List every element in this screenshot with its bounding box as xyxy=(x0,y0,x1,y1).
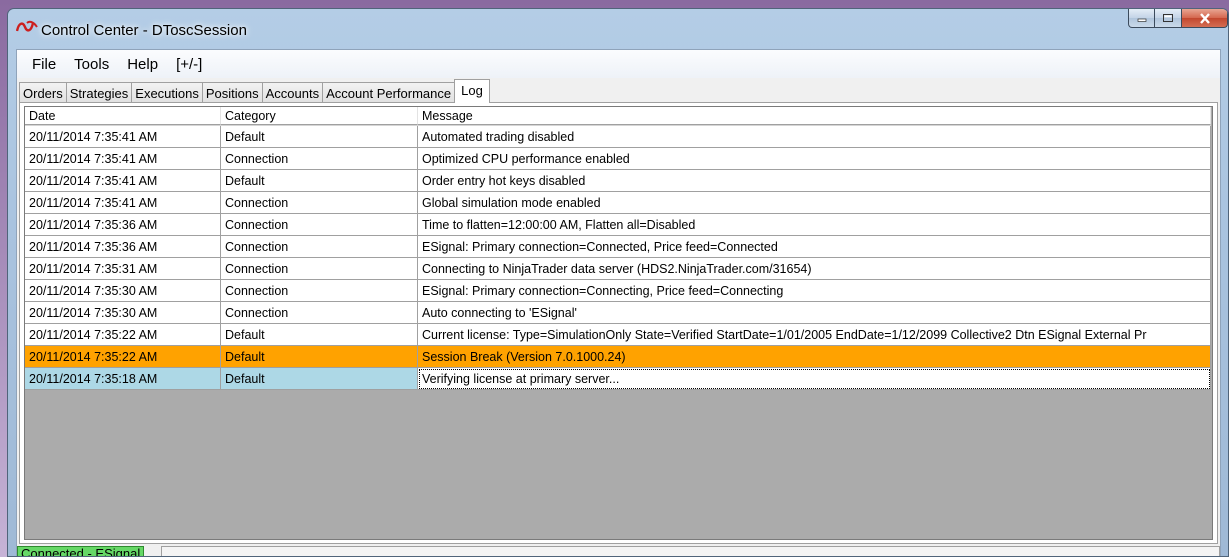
log-cell-category: Connection xyxy=(221,302,418,324)
log-grid[interactable]: Date Category Message 20/11/2014 7:35:41… xyxy=(24,106,1213,540)
log-cell-category: Default xyxy=(221,368,418,390)
log-row[interactable]: 20/11/2014 7:35:36 AM Connection ESignal: … xyxy=(25,236,1211,258)
menu-tools[interactable]: Tools xyxy=(65,56,118,73)
log-row[interactable]: 20/11/2014 7:35:41 AM Connection Optimized… xyxy=(25,148,1211,170)
log-rows: 20/11/2014 7:35:41 AM Default Automated tr… xyxy=(25,126,1211,390)
log-row[interactable]: 20/11/2014 7:35:41 AM Connection Global si… xyxy=(25,192,1211,214)
maximize-icon xyxy=(1163,14,1173,22)
tab-executions[interactable]: Executions xyxy=(131,82,203,103)
log-row[interactable]: 20/11/2014 7:35:36 AM Connection Time to f… xyxy=(25,214,1211,236)
minimize-icon xyxy=(1137,18,1146,22)
log-cell-message: Connecting to NinjaTrader data server (H… xyxy=(418,258,1211,280)
log-row[interactable]: 20/11/2014 7:35:41 AM Default Automated tr… xyxy=(25,126,1211,148)
column-header-date[interactable]: Date xyxy=(25,107,221,125)
log-row[interactable]: 20/11/2014 7:35:18 AM Default Verifying li… xyxy=(25,368,1211,390)
menu-expand-toggle[interactable]: [+/-] xyxy=(167,56,211,73)
maximize-button[interactable] xyxy=(1155,9,1182,28)
title-bar[interactable]: Control Center - DToscSession xyxy=(8,9,1228,43)
log-row[interactable]: 20/11/2014 7:35:31 AM Connection Connectin… xyxy=(25,258,1211,280)
log-cell-category: Connection xyxy=(221,236,418,258)
status-bar: Connected - ESignal xyxy=(17,545,1220,556)
log-cell-date: 20/11/2014 7:35:41 AM xyxy=(25,170,221,192)
log-cell-date: 20/11/2014 7:35:31 AM xyxy=(25,258,221,280)
log-cell-date: 20/11/2014 7:35:36 AM xyxy=(25,214,221,236)
tab-positions[interactable]: Positions xyxy=(201,82,263,103)
log-cell-date: 20/11/2014 7:35:30 AM xyxy=(25,280,221,302)
log-cell-category: Connection xyxy=(221,280,418,302)
log-cell-date: 20/11/2014 7:35:41 AM xyxy=(25,148,221,170)
log-cell-category: Default xyxy=(221,346,418,368)
tab-log[interactable]: Log xyxy=(454,79,490,103)
log-cell-category: Connection xyxy=(221,214,418,236)
log-cell-message: Session Break (Version 7.0.1000.24) xyxy=(418,346,1211,368)
log-cell-date: 20/11/2014 7:35:18 AM xyxy=(25,368,221,390)
menu-help[interactable]: Help xyxy=(118,56,167,73)
log-cell-message: Auto connecting to 'ESignal' xyxy=(418,302,1211,324)
log-cell-message: Global simulation mode enabled xyxy=(418,192,1211,214)
log-cell-message: ESignal: Primary connection=Connecting, … xyxy=(418,280,1211,302)
log-cell-message: Order entry hot keys disabled xyxy=(418,170,1211,192)
minimize-button[interactable] xyxy=(1128,9,1155,28)
log-cell-date: 20/11/2014 7:35:41 AM xyxy=(25,126,221,148)
log-cell-date: 20/11/2014 7:35:30 AM xyxy=(25,302,221,324)
log-cell-category: Connection xyxy=(221,192,418,214)
close-button[interactable] xyxy=(1182,9,1228,28)
menu-bar: File Tools Help [+/-] xyxy=(17,50,1220,78)
log-cell-message: Automated trading disabled xyxy=(418,126,1211,148)
control-center-window: Control Center - DToscSession File Tools… xyxy=(7,8,1229,557)
log-cell-category: Default xyxy=(221,324,418,346)
tab-strategies[interactable]: Strategies xyxy=(65,82,133,103)
log-cell-message: ESignal: Primary connection=Connected, P… xyxy=(418,236,1211,258)
tab-accounts[interactable]: Accounts xyxy=(261,82,324,103)
log-cell-date: 20/11/2014 7:35:22 AM xyxy=(25,324,221,346)
log-cell-category: Connection xyxy=(221,148,418,170)
connection-status-badge: Connected - ESignal xyxy=(17,546,145,556)
log-cell-category: Default xyxy=(221,170,418,192)
tab-account-performance[interactable]: Account Performance xyxy=(322,82,456,103)
tab-strip: Orders Strategies Executions Positions A… xyxy=(19,79,1220,103)
log-cell-message: Verifying license at primary server... xyxy=(418,368,1211,390)
window-client-area: File Tools Help [+/-] Orders Strategies … xyxy=(16,49,1221,556)
log-cell-date: 20/11/2014 7:35:22 AM xyxy=(25,346,221,368)
menu-file[interactable]: File xyxy=(23,56,65,73)
log-row[interactable]: 20/11/2014 7:35:22 AM Default Session Brea… xyxy=(25,346,1211,368)
log-grid-header: Date Category Message xyxy=(25,107,1211,126)
log-cell-message: Time to flatten=12:00:00 AM, Flatten all… xyxy=(418,214,1211,236)
column-header-category[interactable]: Category xyxy=(221,107,418,125)
log-cell-category: Default xyxy=(221,126,418,148)
status-message-field xyxy=(161,546,1220,556)
log-cell-message: Optimized CPU performance enabled xyxy=(418,148,1211,170)
log-tab-panel: Date Category Message 20/11/2014 7:35:41… xyxy=(19,102,1218,544)
window-title: Control Center - DToscSession xyxy=(41,22,247,39)
log-cell-date: 20/11/2014 7:35:36 AM xyxy=(25,236,221,258)
log-cell-message: Current license: Type=SimulationOnly Sta… xyxy=(418,324,1211,346)
log-cell-date: 20/11/2014 7:35:41 AM xyxy=(25,192,221,214)
log-row[interactable]: 20/11/2014 7:35:30 AM Connection Auto conn… xyxy=(25,302,1211,324)
log-row[interactable]: 20/11/2014 7:35:22 AM Default Current lice… xyxy=(25,324,1211,346)
column-header-message[interactable]: Message xyxy=(418,107,1211,125)
log-row[interactable]: 20/11/2014 7:35:30 AM Connection ESignal: … xyxy=(25,280,1211,302)
close-icon xyxy=(1199,12,1210,24)
tab-orders[interactable]: Orders xyxy=(19,82,67,103)
log-row[interactable]: 20/11/2014 7:35:41 AM Default Order entry … xyxy=(25,170,1211,192)
log-cell-category: Connection xyxy=(221,258,418,280)
ninjatrader-logo-icon xyxy=(16,20,38,32)
